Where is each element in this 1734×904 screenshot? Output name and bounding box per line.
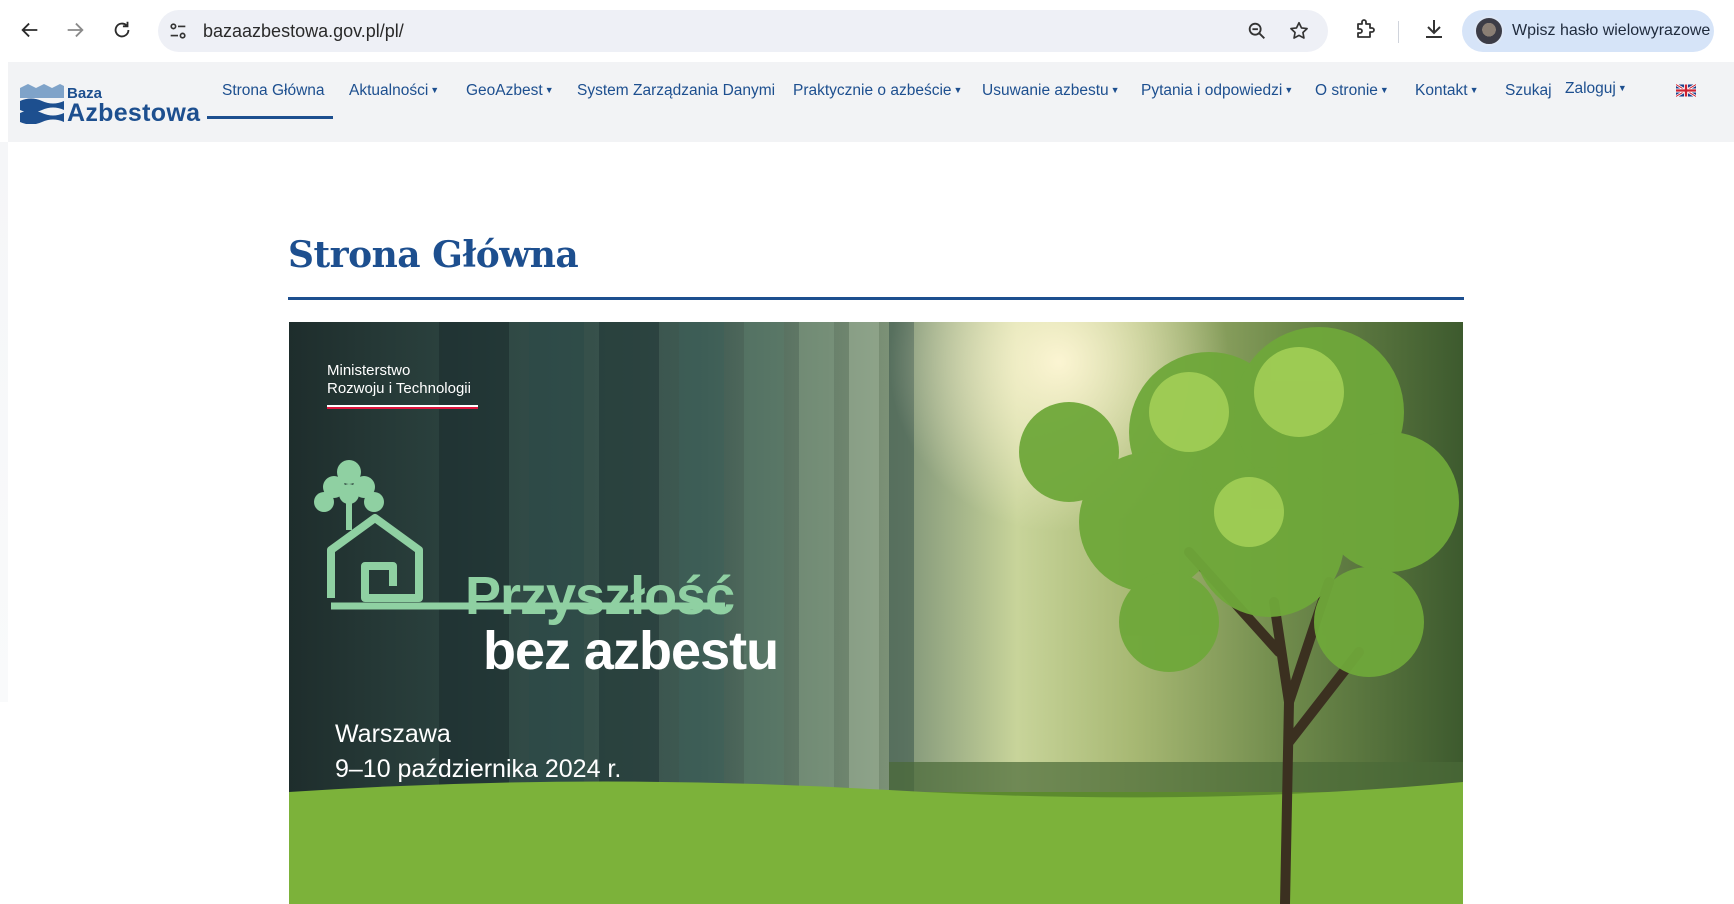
uk-flag-icon[interactable] <box>1676 84 1696 97</box>
menu-item-geoazbest[interactable]: GeoAzbest ▼ <box>466 82 554 100</box>
download-icon[interactable] <box>1419 14 1449 44</box>
avatar <box>1474 16 1504 46</box>
menu-item-szukaj[interactable]: Szukaj <box>1505 82 1552 100</box>
caret-down-icon: ▼ <box>953 85 963 95</box>
bookmark-star-icon[interactable] <box>1286 18 1312 44</box>
browser-toolbar: bazaazbestowa.gov.pl/pl/ Wpisz hasło wie… <box>0 0 1734 62</box>
site-header: Baza Azbestowa Strona Główna Aktualności… <box>8 62 1734 142</box>
address-bar[interactable]: bazaazbestowa.gov.pl/pl/ <box>158 10 1328 52</box>
title-divider <box>288 297 1464 300</box>
zoom-icon[interactable] <box>1244 18 1270 44</box>
caret-down-icon: ▼ <box>1617 83 1627 93</box>
event-city: Warszawa <box>335 720 451 748</box>
menu-item-usuwanie-azbestu[interactable]: Usuwanie azbestu ▼ <box>982 82 1120 100</box>
logo-text-big: Azbestowa <box>67 99 201 127</box>
ministry-name: Ministerstwo Rozwoju i Technologii <box>327 362 471 398</box>
menu-item-o-stronie[interactable]: O stronie ▼ <box>1315 82 1389 100</box>
banner-headline-line1: Przyszłość <box>465 566 735 626</box>
reload-icon <box>114 21 130 38</box>
page-edge-shade <box>0 142 8 702</box>
event-date: 9–10 października 2024 r. <box>335 755 622 783</box>
site-logo[interactable]: Baza Azbestowa <box>20 84 200 134</box>
caret-down-icon: ▼ <box>1284 85 1294 95</box>
banner-headline-line2: bez azbestu <box>483 621 779 681</box>
reload-button[interactable] <box>104 12 140 48</box>
page-title: Strona Główna <box>288 234 579 276</box>
active-menu-indicator <box>207 116 333 119</box>
toolbar-divider <box>1398 21 1399 43</box>
ministry-line1: Ministerstwo <box>327 362 411 379</box>
polish-flag-stripe <box>327 405 478 409</box>
caret-down-icon: ▼ <box>1469 85 1479 95</box>
menu-item-pytania-i-odpowiedzi[interactable]: Pytania i odpowiedzi ▼ <box>1141 82 1293 100</box>
menu-item-aktualnosci[interactable]: Aktualności ▼ <box>349 82 439 100</box>
forward-button[interactable] <box>57 12 93 48</box>
back-icon <box>21 22 38 38</box>
menu-item-system-zarzadzania-danymi[interactable]: System Zarządzania Danymi <box>577 82 775 100</box>
menu-item-zaloguj[interactable]: Zaloguj ▼ <box>1565 80 1627 98</box>
menu-item-praktycznie-o-azbescie[interactable]: Praktycznie o azbeście ▼ <box>793 82 962 100</box>
caret-down-icon: ▼ <box>544 85 554 95</box>
back-button[interactable] <box>12 12 48 48</box>
hero-banner[interactable]: Ministerstwo Rozwoju i Technologii Przys… <box>289 322 1463 904</box>
site-settings-icon[interactable] <box>165 18 191 44</box>
profile-button[interactable]: Wpisz hasło wielowyrazowe <box>1462 10 1714 52</box>
logo-waves-icon <box>20 84 64 124</box>
caret-down-icon: ▼ <box>1110 85 1120 95</box>
extensions-icon[interactable] <box>1350 14 1380 44</box>
url-text[interactable]: bazaazbestowa.gov.pl/pl/ <box>203 21 404 42</box>
caret-down-icon: ▼ <box>1379 85 1389 95</box>
forward-icon <box>67 22 84 38</box>
menu-item-kontakt[interactable]: Kontakt ▼ <box>1415 82 1478 100</box>
menu-item-strona-glowna[interactable]: Strona Główna <box>222 82 325 100</box>
profile-label: Wpisz hasło wielowyrazowe <box>1512 22 1711 39</box>
caret-down-icon: ▼ <box>430 85 440 95</box>
ministry-line2: Rozwoju i Technologii <box>327 380 471 397</box>
